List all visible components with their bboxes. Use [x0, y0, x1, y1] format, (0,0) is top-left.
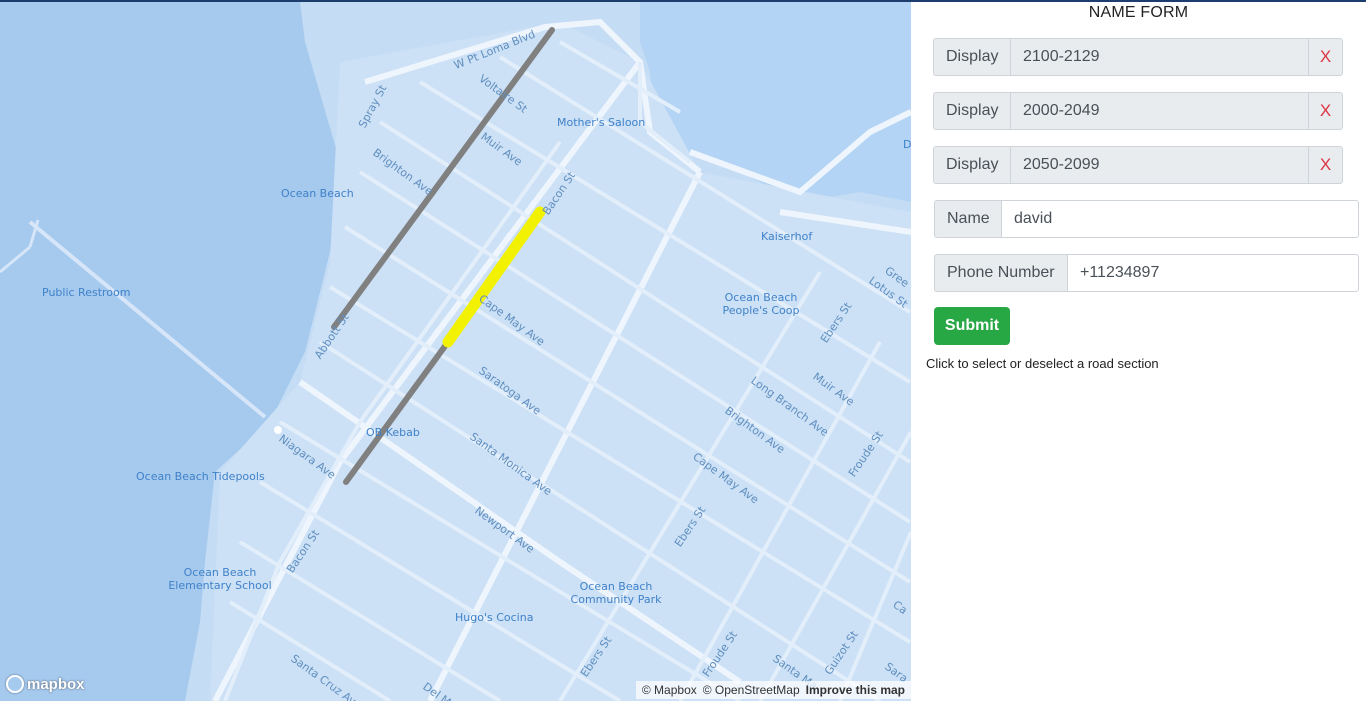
display-label: Display	[933, 38, 1010, 76]
poi-ocean-beach: Ocean Beach	[281, 187, 354, 200]
form-title: NAME FORM	[1088, 4, 1189, 21]
display-row: Display 2050-2099 X	[933, 146, 1343, 184]
form-panel: NAME FORM Display 2100-2129 X Display 20…	[911, 2, 1366, 701]
name-input[interactable]: david	[1001, 200, 1359, 238]
poi-ob-kebab: OB Kebab	[366, 426, 420, 439]
instruction-text: Click to select or deselect a road secti…	[926, 356, 1159, 371]
phone-input[interactable]: +11234897	[1067, 254, 1359, 292]
phone-label: Phone Number	[934, 254, 1067, 292]
mapbox-logo-icon	[6, 675, 24, 693]
remove-display-button[interactable]: X	[1309, 146, 1343, 184]
map-canvas[interactable]: Mother's Saloon Ocean Beach Public Restr…	[0, 2, 911, 701]
name-label: Name	[934, 200, 1001, 238]
poi-hugos-cocina: Hugo's Cocina	[455, 611, 534, 624]
poi-tidepools: Ocean Beach Tidepools	[136, 470, 265, 483]
map-attribution: © Mapbox © OpenStreetMap Improve this ma…	[635, 681, 911, 699]
name-row: Name david	[934, 200, 1359, 238]
remove-display-button[interactable]: X	[1309, 38, 1343, 76]
map-base	[0, 2, 911, 701]
mapbox-logo-text: mapbox	[27, 675, 85, 693]
display-row: Display 2000-2049 X	[933, 92, 1343, 130]
attribution-mapbox-link[interactable]: © Mapbox	[642, 683, 697, 697]
poi-kaiserhof: Kaiserhof	[761, 230, 813, 243]
poi-people-coop: Ocean Beach People's Coop	[722, 291, 800, 317]
attribution-osm-link[interactable]: © OpenStreetMap	[703, 683, 800, 697]
submit-button[interactable]: Submit	[934, 307, 1010, 345]
mapbox-logo[interactable]: mapbox	[6, 675, 85, 693]
display-value: 2000-2049	[1010, 92, 1309, 130]
display-row: Display 2100-2129 X	[933, 38, 1343, 76]
improve-map-link[interactable]: Improve this map	[806, 683, 905, 697]
poi-elementary-school: Ocean Beach Elementary School	[168, 566, 272, 592]
poi-community-park: Ocean Beach Community Park	[570, 580, 662, 606]
remove-display-button[interactable]: X	[1309, 92, 1343, 130]
poi-d: D	[903, 138, 911, 151]
phone-row: Phone Number +11234897	[934, 254, 1359, 292]
display-value: 2100-2129	[1010, 38, 1309, 76]
display-label: Display	[933, 92, 1010, 130]
display-value: 2050-2099	[1010, 146, 1309, 184]
poi-mothers-saloon: Mother's Saloon	[557, 116, 646, 129]
display-label: Display	[933, 146, 1010, 184]
poi-public-restroom: Public Restroom	[42, 286, 131, 299]
